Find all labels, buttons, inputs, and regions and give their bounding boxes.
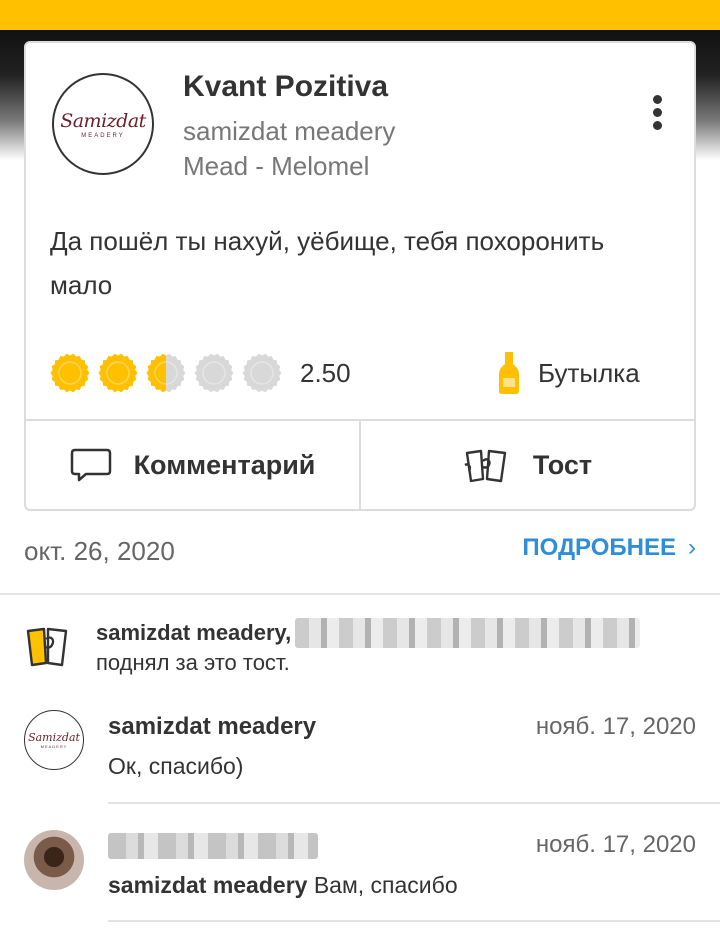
rating-cap-icon [146,353,186,393]
brewery-logo-script: Samizdat [60,109,146,132]
rating-cap-icon [242,353,282,393]
rating-cap-icon [194,353,234,393]
details-link-label: ПОДРОБНЕЕ [522,534,676,561]
comment-date: нояб. 17, 2020 [535,831,696,858]
section-divider [0,593,720,595]
comment-item: нояб. 17, 2020 samizdat meadery Вам, спа… [24,818,696,918]
comment-button[interactable]: Комментарий [26,421,359,509]
brewery-logo[interactable]: Samizdat MEADERY [52,73,154,175]
rating-caps [50,353,290,393]
toast-icon [464,449,507,483]
comment-text: samizdat meadery Вам, спасибо [108,872,458,899]
comment-author[interactable]: samizdat meadery [108,713,316,741]
toast-summary: samizdat meadery, поднял за это тост. [24,615,696,685]
checkin-date: окт. 26, 2020 [24,536,175,566]
avatar-logo-script: Samizdat [28,731,80,744]
comment-icon [70,448,111,482]
details-link[interactable]: ПОДРОБНЕЕ › [522,534,696,562]
avatar[interactable] [24,830,84,890]
comment-divider [108,802,720,804]
serving-type: Бутылка [498,351,640,395]
rating-cap-icon [50,353,90,393]
review-text: Да пошёл ты нахуй, уёбище, тебя похорони… [50,226,605,300]
comment-mention[interactable]: samizdat meadery [108,872,307,898]
serving-label: Бутылка [538,357,640,388]
comment-divider [108,920,720,922]
rating-value: 2.50 [300,357,351,388]
brewery-name[interactable]: samizdat meadery [183,116,395,147]
comment-author-blurred[interactable] [108,833,318,859]
brewery-logo-sub: MEADERY [81,132,125,139]
more-options-icon[interactable] [646,95,668,135]
toast-users[interactable]: samizdat meadery, [96,618,641,648]
beer-name[interactable]: Kvant Pozitiva [183,70,388,104]
bottle-icon [499,352,519,394]
rating: 2.50 [50,351,351,395]
rating-cap-icon [98,353,138,393]
avatar[interactable]: Samizdat MEADERY [24,710,84,770]
comment-body: Вам, спасибо [307,872,458,898]
toast-user-name[interactable]: samizdat meadery, [96,620,291,646]
toast-text: поднял за это тост. [96,650,290,675]
top-accent-bar [0,0,720,30]
comment-text: Ок, спасибо) [108,753,244,779]
beer-style: Mead - Melomel [183,151,370,181]
comment-item: Samizdat MEADERY samizdat meadery нояб. … [24,700,696,802]
toast-users-blurred [295,618,641,648]
chevron-right-icon: › [688,534,696,561]
action-bar: Комментарий Тост [26,419,694,509]
toast-button-label: Тост [532,449,593,480]
comment-date: нояб. 17, 2020 [535,713,696,740]
avatar-logo-sub: MEADERY [40,744,68,749]
toast-beer-icon [26,627,68,667]
toast-button[interactable]: Тост [359,421,694,509]
comment-button-label: Комментарий [133,449,316,480]
checkin-card: Samizdat MEADERY Kvant Pozitiva samizdat… [24,41,696,511]
